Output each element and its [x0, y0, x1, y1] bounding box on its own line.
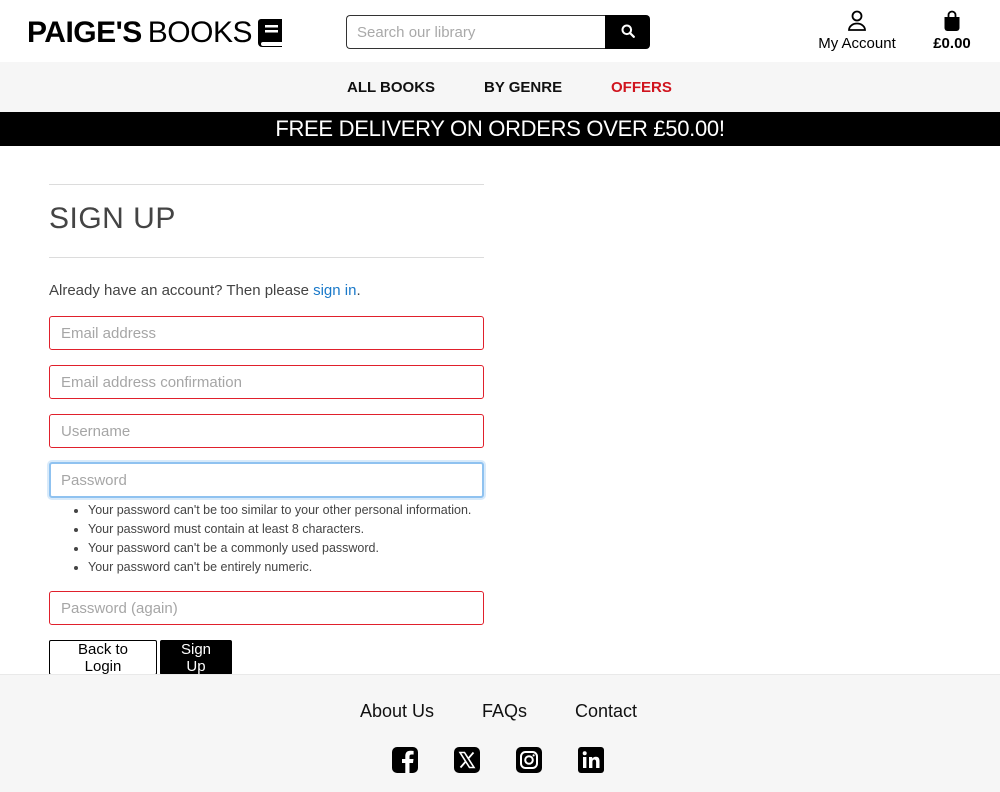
signin-prompt: Already have an account? Then please sig… — [49, 282, 361, 299]
password-help-item: Your password can't be a commonly used p… — [88, 539, 471, 558]
signin-prompt-end: . — [356, 282, 361, 299]
username-field[interactable] — [49, 414, 484, 448]
email-field[interactable] — [49, 316, 484, 350]
x-icon[interactable] — [453, 746, 481, 774]
footer-about-us-link[interactable]: About Us — [360, 701, 434, 722]
nav-offers[interactable]: OFFERS — [611, 79, 672, 96]
my-account-link[interactable]: My Account — [812, 10, 902, 52]
footer-contact-link[interactable]: Contact — [575, 701, 637, 722]
signup-section: SIGN UP Already have an account? Then pl… — [0, 146, 1000, 675]
main-nav: ALL BOOKS BY GENRE OFFERS — [0, 62, 1000, 112]
shopping-bag-link[interactable]: £0.00 — [925, 10, 979, 52]
search-input[interactable] — [346, 15, 605, 49]
site-header: PAIGE'S BOOKS My — [0, 0, 1000, 62]
top-divider — [49, 184, 484, 185]
logo-text-bold: PAIGE'S — [27, 16, 142, 49]
password-again-field[interactable] — [49, 591, 484, 625]
signin-prompt-text: Already have an account? Then please — [49, 282, 314, 299]
sign-up-button[interactable]: Sign Up — [160, 640, 232, 675]
footer-faqs-link[interactable]: FAQs — [482, 701, 527, 722]
search-button[interactable] — [605, 15, 650, 49]
back-to-login-button[interactable]: Back to Login — [49, 640, 157, 675]
title-divider — [49, 257, 484, 258]
sign-in-link[interactable]: sign in — [313, 282, 356, 299]
delivery-banner: FREE DELIVERY ON ORDERS OVER £50.00! — [0, 112, 1000, 146]
linkedin-icon[interactable] — [577, 746, 605, 774]
email-confirm-field[interactable] — [49, 365, 484, 399]
search-bar — [346, 15, 650, 49]
bag-total: £0.00 — [933, 35, 971, 52]
search-icon — [621, 24, 635, 41]
facebook-icon[interactable] — [391, 746, 419, 774]
password-help-item: Your password can't be entirely numeric. — [88, 558, 471, 577]
shopping-bag-icon — [943, 10, 961, 32]
page-title: SIGN UP — [49, 202, 176, 235]
book-icon — [257, 18, 283, 48]
logo-text-light: BOOKS — [147, 16, 253, 49]
user-icon — [847, 10, 867, 32]
nav-all-books[interactable]: ALL BOOKS — [347, 79, 435, 96]
my-account-label: My Account — [818, 35, 896, 52]
site-footer: About Us FAQs Contact — [0, 674, 1000, 792]
password-help-item: Your password must contain at least 8 ch… — [88, 520, 471, 539]
password-help-item: Your password can't be too similar to yo… — [88, 501, 471, 520]
site-logo[interactable]: PAIGE'S BOOKS — [27, 16, 283, 50]
instagram-icon[interactable] — [515, 746, 543, 774]
password-help-list: Your password can't be too similar to yo… — [68, 501, 471, 577]
password-field[interactable] — [49, 462, 484, 498]
nav-by-genre[interactable]: BY GENRE — [484, 79, 562, 96]
